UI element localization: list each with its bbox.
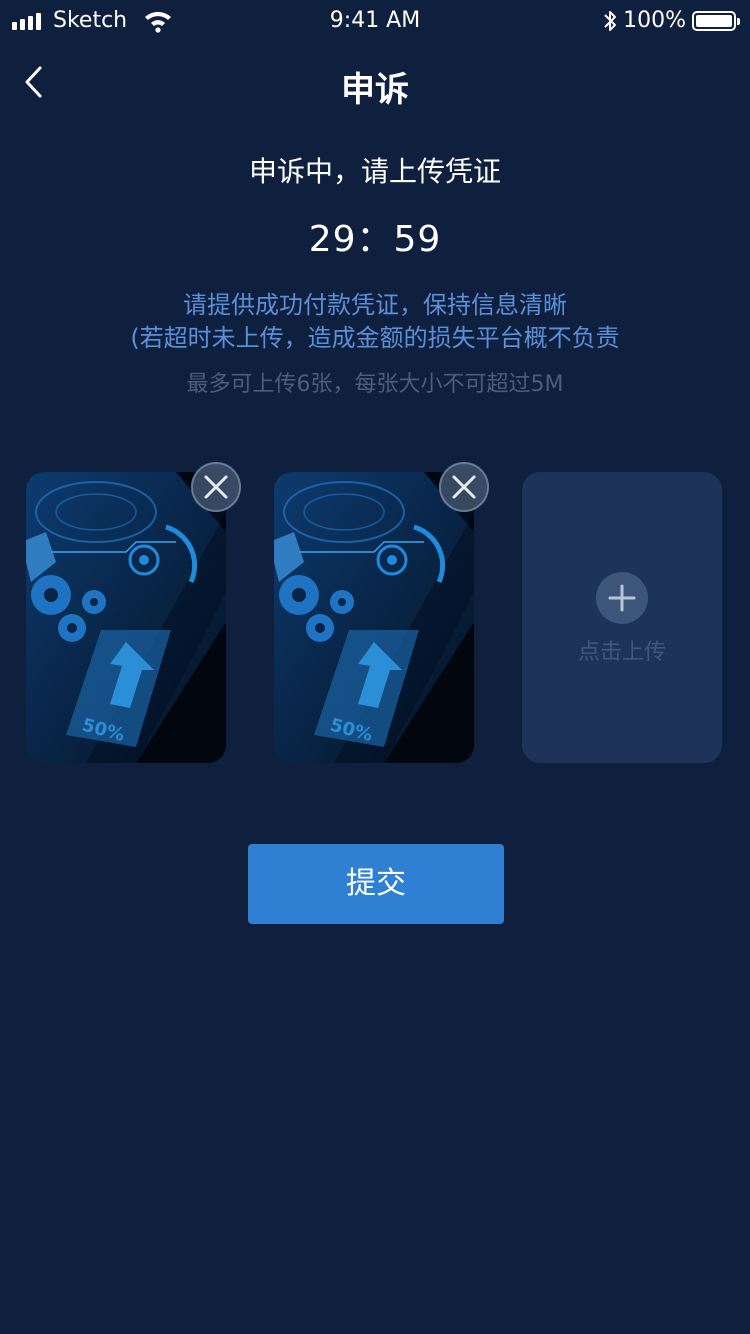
add-image-label: 点击上传 (577, 640, 666, 665)
hint-text-line1: 请提供成功付款凭证，保持信息清晰 (183, 291, 567, 319)
submit-button[interactable]: 提交 (248, 844, 504, 924)
uploaded-image-1[interactable]: 50% (26, 472, 226, 763)
remove-image-button-1[interactable] (191, 462, 241, 512)
appeal-status-text: 申诉中，请上传凭证 (248, 155, 501, 188)
battery-icon (692, 10, 740, 31)
remove-image-button-2[interactable] (439, 462, 489, 512)
status-bar: Sketch 9:41 AM 100% (0, 0, 750, 44)
status-bar-right: 100% (603, 8, 740, 33)
close-icon (452, 475, 476, 499)
upload-limit-note: 最多可上传6张，每张大小不可超过5M (186, 372, 564, 397)
hint-text-line2: (若超时未上传，造成金额的损失平台概不负责 (130, 324, 620, 352)
countdown-timer: 29：59 (308, 219, 442, 260)
uploaded-image-2[interactable]: 50% (274, 472, 474, 763)
close-icon (204, 475, 228, 499)
add-image-button[interactable]: 点击上传 (522, 472, 722, 763)
battery-percent: 100% (623, 8, 686, 33)
page-title: 申诉 (341, 70, 409, 110)
uploaded-image-thumbnail: 50% (274, 472, 474, 763)
uploaded-image-thumbnail: 50% (26, 472, 226, 763)
plus-icon (596, 572, 648, 624)
bluetooth-icon (604, 10, 617, 31)
